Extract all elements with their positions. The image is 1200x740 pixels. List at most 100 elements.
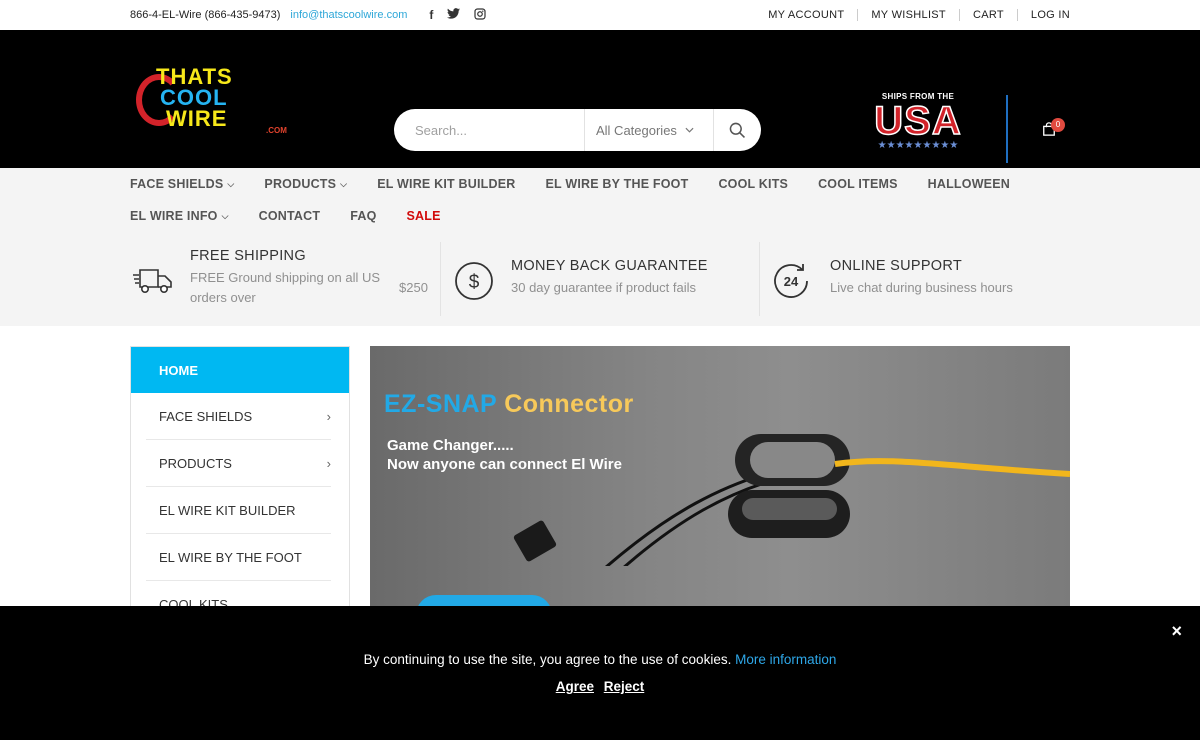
social-links: f <box>429 7 486 23</box>
nav-item-label: CONTACT <box>258 209 321 223</box>
nav-row-2: EL WIRE INFO ⌵ CONTACT FAQ SALE <box>130 209 471 223</box>
nav-item-el-wire-by-the-foot[interactable]: EL WIRE BY THE FOOT <box>546 177 689 191</box>
sidebar-item-label: FACE SHIELDS <box>159 408 253 424</box>
nav-item-face-shields[interactable]: FACE SHIELDS ⌵ <box>130 177 234 191</box>
divider <box>958 9 960 21</box>
cookie-message: By continuing to use the site, you agree… <box>0 652 1200 667</box>
logo-line-3: WIRE <box>166 106 228 131</box>
logo-suffix: .COM <box>266 126 287 135</box>
nav-item-products[interactable]: PRODUCTS ⌵ <box>264 177 347 191</box>
svg-text:24: 24 <box>784 274 799 289</box>
nav-item-label: HALLOWEEN <box>927 177 1010 191</box>
ships-from-usa-badge: SHIPS FROM THE USA ★★★★★★★★★ <box>862 92 974 168</box>
nav-item-faq[interactable]: FAQ <box>350 209 376 223</box>
feature-description-line: orders over <box>190 290 256 305</box>
log-in-link[interactable]: LOG IN <box>1031 9 1070 21</box>
nav-item-label: COOL ITEMS <box>818 177 898 191</box>
cookie-message-text: By continuing to use the site, you agree… <box>363 652 732 667</box>
instagram-icon[interactable] <box>474 7 486 23</box>
account-links: MY ACCOUNT MY WISHLIST CART LOG IN <box>768 9 1070 21</box>
chevron-down-icon: ⌵ <box>227 178 235 189</box>
feature-online-support: 24 ONLINE SUPPORT Live chat during busin… <box>760 242 1060 316</box>
top-bar: 866-4-EL-Wire (866-435-9473) info@thatsc… <box>0 0 1200 30</box>
reject-button[interactable]: Reject <box>604 679 645 694</box>
feature-description: Live chat during business hours <box>830 280 1013 295</box>
contact-info: 866-4-EL-Wire (866-435-9473) info@thatsc… <box>130 7 486 23</box>
hero-title-product: Connector <box>504 390 634 418</box>
phone-number[interactable]: 866-4-EL-Wire (866-435-9473) <box>130 9 280 21</box>
email-link[interactable]: info@thatscoolwire.com <box>290 9 407 21</box>
divider <box>1016 9 1018 21</box>
nav-item-cool-items[interactable]: COOL ITEMS <box>818 177 898 191</box>
nav-item-sale[interactable]: SALE <box>407 209 441 223</box>
feature-strip: FREE SHIPPING FREE Ground shipping on al… <box>130 242 1070 316</box>
nav-item-label: EL WIRE KIT BUILDER <box>377 177 516 191</box>
sidebar-item-label: EL WIRE BY THE FOOT <box>159 549 302 565</box>
connector-product-image <box>513 434 1070 566</box>
nav-item-el-wire-info[interactable]: EL WIRE INFO ⌵ <box>130 209 229 223</box>
close-icon[interactable]: × <box>1171 621 1182 642</box>
feature-title: ONLINE SUPPORT <box>830 258 963 274</box>
cart-link[interactable]: CART <box>973 9 1004 21</box>
feature-title: FREE SHIPPING <box>190 248 306 264</box>
nav-item-label: PRODUCTS <box>264 177 337 191</box>
feature-money-back: $ MONEY BACK GUARANTEE 30 day guarantee … <box>441 242 760 316</box>
search-input[interactable] <box>394 109 584 151</box>
nav-item-label: FACE SHIELDS <box>130 177 224 191</box>
sidebar-item-products[interactable]: PRODUCTS › <box>146 440 331 487</box>
divider <box>857 9 859 21</box>
more-information-link[interactable]: More information <box>735 652 836 667</box>
search-icon <box>729 122 746 138</box>
main-navigation: FACE SHIELDS ⌵ PRODUCTS ⌵ EL WIRE KIT BUIL… <box>0 168 1200 326</box>
nav-item-cool-kits[interactable]: COOL KITS <box>718 177 788 191</box>
site-logo[interactable]: THATS COOL WIRE .COM <box>136 66 296 136</box>
cookie-banner: × By continuing to use the site, you agr… <box>0 606 1200 740</box>
nav-item-label: FAQ <box>350 209 377 223</box>
hero-title-brand: EZ-SNAP <box>384 390 497 418</box>
chevron-right-icon: › <box>326 455 331 471</box>
nav-item-label: COOL KITS <box>718 177 789 191</box>
category-select[interactable]: All Categories <box>584 109 714 151</box>
feature-free-shipping: FREE SHIPPING FREE Ground shipping on al… <box>130 242 441 316</box>
feature-description-line: FREE Ground shipping on all US <box>190 270 381 285</box>
cart-button[interactable]: 0 <box>1042 118 1065 138</box>
nav-item-el-wire-kit-builder[interactable]: EL WIRE KIT BUILDER <box>377 177 515 191</box>
support-24-icon: 24 <box>774 264 808 298</box>
chevron-right-icon: › <box>326 408 331 424</box>
feature-description: FREE Ground shipping on all US orders ov… <box>190 268 380 308</box>
sidebar-item-el-wire-kit-builder[interactable]: EL WIRE KIT BUILDER <box>146 487 331 534</box>
my-account-link[interactable]: MY ACCOUNT <box>768 9 844 21</box>
hero-title: EZ-SNAP Connector <box>384 390 634 419</box>
twitter-icon[interactable] <box>447 8 461 22</box>
sidebar-item-label: EL WIRE KIT BUILDER <box>159 502 296 518</box>
dollar-circle-icon: $ <box>455 262 493 300</box>
agree-button[interactable]: Agree <box>556 679 594 694</box>
feature-price: $250 <box>399 280 428 295</box>
search-bar: All Categories <box>394 109 761 151</box>
hero-banner[interactable]: EZ-SNAP Connector Game Changer..... Now … <box>370 346 1070 646</box>
nav-item-label: EL WIRE INFO <box>130 209 218 223</box>
feature-title: MONEY BACK GUARANTEE <box>511 258 708 274</box>
nav-item-label: EL WIRE BY THE FOOT <box>545 177 689 191</box>
category-select-value: All Categories <box>596 122 677 138</box>
svg-text:$: $ <box>469 272 480 293</box>
cart-count-badge: 0 <box>1051 118 1065 132</box>
nav-item-label: SALE <box>406 209 441 223</box>
site-header: THATS COOL WIRE .COM All Categories SHIP… <box>0 30 1200 168</box>
nav-row-1: FACE SHIELDS ⌵ PRODUCTS ⌵ EL WIRE KIT BUIL… <box>130 177 1040 191</box>
facebook-icon[interactable]: f <box>429 8 433 22</box>
usa-badge-word: USA <box>874 99 962 143</box>
sidebar-item-home[interactable]: HOME <box>131 347 349 393</box>
search-button[interactable] <box>714 109 761 151</box>
my-wishlist-link[interactable]: MY WISHLIST <box>871 9 946 21</box>
nav-item-halloween[interactable]: HALLOWEEN <box>928 177 1010 191</box>
chevron-down-icon: ⌵ <box>221 210 229 221</box>
nav-item-contact[interactable]: CONTACT <box>259 209 321 223</box>
chevron-down-icon <box>685 127 694 133</box>
category-sidebar: HOME FACE SHIELDS › PRODUCTS › EL WIRE K… <box>130 346 350 646</box>
sidebar-item-face-shields[interactable]: FACE SHIELDS › <box>146 393 331 440</box>
cookie-actions: Agree Reject <box>0 679 1200 694</box>
chevron-down-icon: ⌵ <box>340 178 348 189</box>
truck-icon <box>133 269 172 293</box>
sidebar-item-el-wire-by-the-foot[interactable]: EL WIRE BY THE FOOT <box>146 534 331 581</box>
